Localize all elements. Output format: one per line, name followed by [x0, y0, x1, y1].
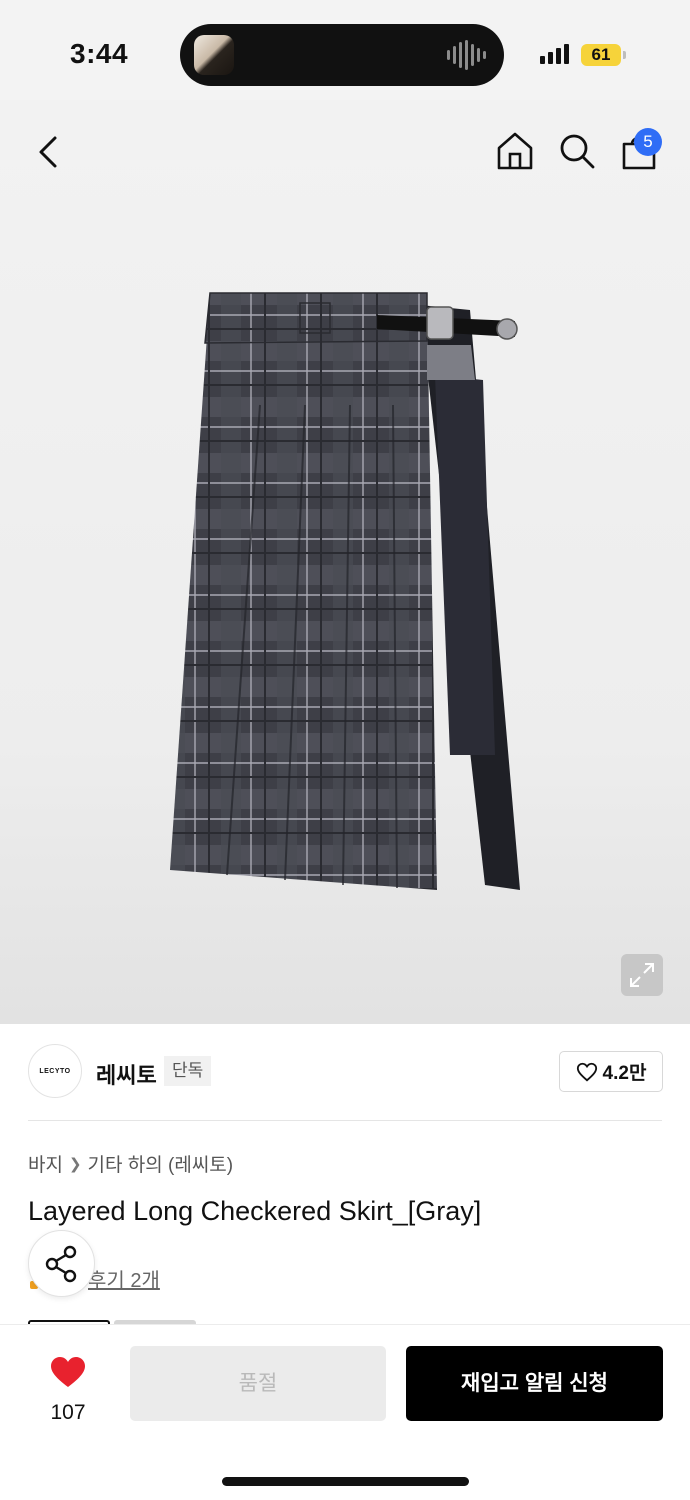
wishlist-count: 107 [50, 1401, 86, 1424]
product-image[interactable] [165, 285, 525, 910]
product-title: Layered Long Checkered Skirt_[Gray] [28, 1196, 482, 1226]
brand-row: LECYTO 레씨토 단독 4.2만 [0, 1024, 690, 1120]
cart-count-badge: 5 [634, 128, 662, 156]
screen: 3:44 61 5 LECYTO 레씨토 단독 4.2만 바지 ❯ 기타 하의 … [0, 0, 690, 1500]
breadcrumb-subcategory[interactable]: 기타 하의 (레씨토) [88, 1150, 234, 1177]
divider [28, 1120, 662, 1121]
wishlist-button[interactable]: 107 [28, 1351, 108, 1431]
product-image-area: 5 [0, 100, 690, 1024]
share-icon [45, 1245, 77, 1283]
search-icon[interactable] [556, 130, 598, 172]
expand-image-button[interactable] [621, 954, 663, 996]
breadcrumb-category[interactable]: 바지 [28, 1150, 63, 1177]
brand-logo[interactable]: LECYTO [28, 1044, 82, 1098]
expand-icon [630, 963, 654, 987]
heart-filled-icon [51, 1357, 85, 1387]
bottom-action-bar: 107 품절 재입고 알림 신청 [0, 1324, 690, 1500]
status-time: 3:44 [70, 38, 129, 69]
back-icon[interactable] [30, 130, 70, 174]
exclusive-badge: 단독 [164, 1056, 212, 1086]
battery-indicator: 61 [581, 44, 621, 66]
review-count-link[interactable]: 후기 2개 [88, 1264, 160, 1293]
breadcrumb: 바지 ❯ 기타 하의 (레씨토) [28, 1150, 233, 1177]
now-playing-artwork [194, 35, 234, 75]
audio-waveform-icon [447, 40, 486, 70]
battery-terminal [623, 51, 626, 59]
home-icon[interactable] [494, 130, 536, 172]
home-indicator[interactable] [222, 1477, 469, 1486]
brand-like-count: 4.2만 [602, 1063, 647, 1084]
cellular-signal-icon [540, 44, 569, 64]
dynamic-island[interactable] [180, 24, 504, 86]
brand-name[interactable]: 레씨토 [96, 1058, 157, 1090]
sold-out-button: 품절 [130, 1346, 386, 1421]
restock-alert-button[interactable]: 재입고 알림 신청 [406, 1346, 663, 1421]
heart-outline-icon [576, 1062, 597, 1081]
status-bar: 3:44 61 [0, 0, 690, 100]
chevron-right-icon: ❯ [68, 1155, 82, 1173]
share-button[interactable] [28, 1230, 95, 1297]
brand-like-button[interactable]: 4.2만 [559, 1051, 663, 1092]
